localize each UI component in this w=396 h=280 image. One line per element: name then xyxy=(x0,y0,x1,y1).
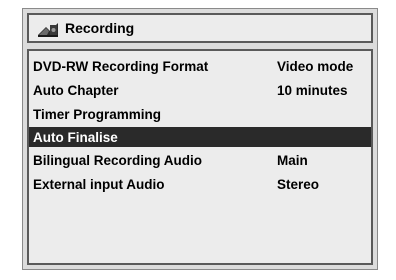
menu-item-auto-finalise[interactable]: Auto Finalise xyxy=(29,127,371,147)
menu-item-dvd-rw-recording-format[interactable]: DVD-RW Recording Format Video mode xyxy=(29,55,371,77)
menu-item-label: Bilingual Recording Audio xyxy=(33,152,202,168)
menu-item-external-input-audio[interactable]: External input Audio Stereo xyxy=(29,173,371,195)
menu-item-label: DVD-RW Recording Format xyxy=(33,58,209,74)
menu-item-timer-programming[interactable]: Timer Programming xyxy=(29,103,371,125)
recording-icon xyxy=(37,19,59,37)
settings-list: DVD-RW Recording Format Video mode Auto … xyxy=(27,49,373,265)
menu-item-value: Main xyxy=(277,152,308,168)
menu-item-auto-chapter[interactable]: Auto Chapter 10 minutes xyxy=(29,79,371,101)
menu-item-label: Timer Programming xyxy=(33,106,162,122)
menu-title-bar: Recording xyxy=(27,13,373,43)
recording-menu-screen: Recording DVD-RW Recording Format Video … xyxy=(22,8,378,270)
menu-item-value: 10 minutes xyxy=(277,82,348,98)
menu-item-value: Video mode xyxy=(277,58,354,74)
menu-item-label: Auto Finalise xyxy=(33,129,118,145)
menu-item-value: Stereo xyxy=(277,176,320,192)
menu-item-label: Auto Chapter xyxy=(33,82,119,98)
menu-item-bilingual-recording-audio[interactable]: Bilingual Recording Audio Main xyxy=(29,149,371,171)
menu-title: Recording xyxy=(65,20,135,36)
menu-item-label: External input Audio xyxy=(33,176,165,192)
